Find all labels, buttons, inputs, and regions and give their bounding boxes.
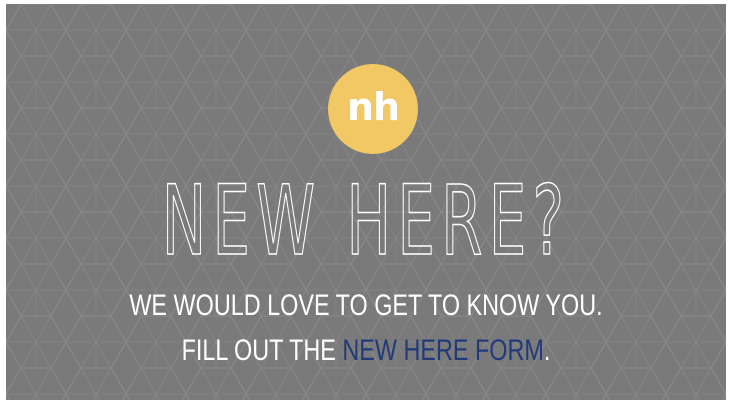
- new-here-form-link[interactable]: NEW HERE FORM: [342, 334, 543, 367]
- new-here-banner: nh NEW HERE? WE WOULD LOVE TO GET TO KNO…: [6, 4, 726, 400]
- message-line-2: FILL OUT THE NEW HERE FORM.: [85, 336, 647, 366]
- message-line-2-prefix: FILL OUT THE: [181, 334, 343, 367]
- message-line-2-suffix: .: [543, 334, 551, 367]
- headline: NEW HERE?: [161, 164, 571, 277]
- headline-text: NEW HERE?: [162, 165, 571, 277]
- logo-text: nh: [346, 85, 400, 129]
- canvas: nh NEW HERE? WE WOULD LOVE TO GET TO KNO…: [0, 0, 732, 406]
- nh-logo: nh: [328, 64, 418, 154]
- message-line-1: WE WOULD LOVE TO GET TO KNOW YOU.: [129, 289, 603, 322]
